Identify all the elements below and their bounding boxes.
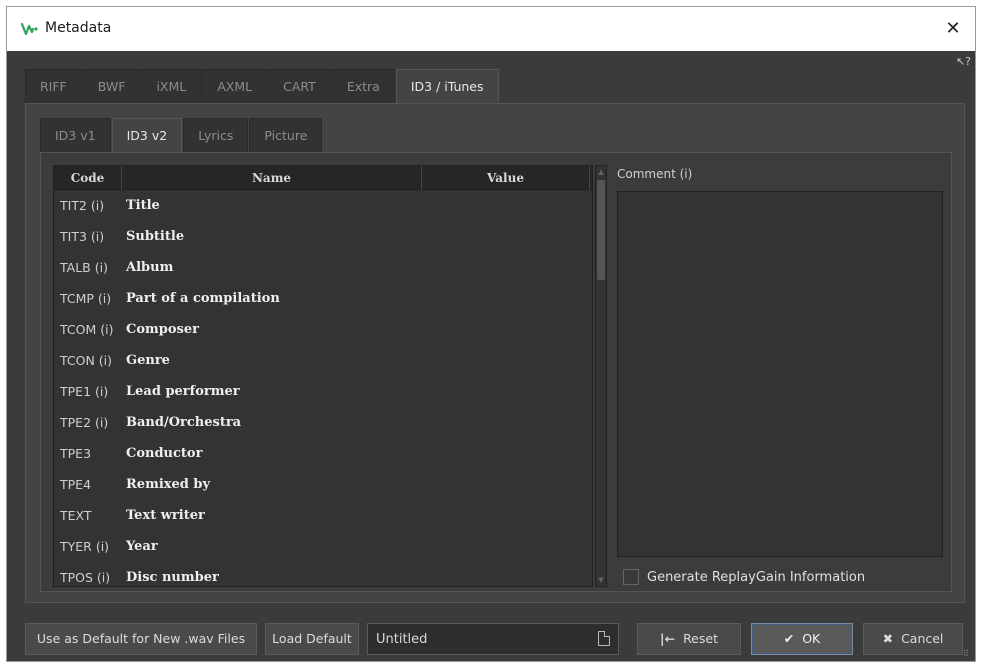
row-code: TCON (i) xyxy=(60,353,113,368)
row-code: TPE2 (i) xyxy=(60,415,109,430)
row-name: Subtitle xyxy=(126,229,185,244)
table-row[interactable]: TIT2 (i) Title xyxy=(54,190,590,221)
tab-bwf[interactable]: BWF xyxy=(82,69,141,103)
tab-lyrics[interactable]: Lyrics xyxy=(183,118,249,152)
row-name: Text writer xyxy=(126,508,205,523)
column-header-value[interactable]: Value xyxy=(422,166,590,190)
row-name: Lead performer xyxy=(126,384,240,399)
title-bar: Metadata ✕ xyxy=(7,7,975,51)
comment-textarea[interactable] xyxy=(617,191,943,557)
tab-id3-v1[interactable]: ID3 v1 xyxy=(40,118,111,152)
tab-extra[interactable]: Extra xyxy=(331,69,395,103)
dialog-body: ↖? RIFF BWF iXML AXML CART Extra ID3 / i… xyxy=(7,51,975,661)
metadata-dialog: Metadata ✕ ↖? RIFF BWF iXML AXML CART Ex… xyxy=(6,6,976,662)
reset-icon: |← xyxy=(660,631,676,646)
tab-riff[interactable]: RIFF xyxy=(25,69,82,103)
load-default-button[interactable]: Load Default xyxy=(265,623,359,655)
scroll-down-icon[interactable]: ▼ xyxy=(596,574,606,586)
table-row[interactable]: TIT3 (i) Subtitle xyxy=(54,221,590,252)
row-name: Title xyxy=(126,198,160,213)
tab-cart[interactable]: CART xyxy=(268,69,331,103)
tab-ixml[interactable]: iXML xyxy=(141,69,202,103)
check-icon: ✔ xyxy=(783,631,795,646)
row-code: TPE1 (i) xyxy=(60,384,109,399)
grid-header: Code Name Value xyxy=(54,166,592,190)
replaygain-option[interactable]: Generate ReplayGain Information xyxy=(623,569,865,585)
row-code: TIT2 (i) xyxy=(60,198,105,213)
row-name: Band/Orchestra xyxy=(126,415,242,430)
row-name: Composer xyxy=(126,322,199,337)
tab-id3-v2[interactable]: ID3 v2 xyxy=(111,118,183,152)
scrollbar-thumb[interactable] xyxy=(597,180,605,280)
row-name: Conductor xyxy=(126,446,203,461)
row-code: TYER (i) xyxy=(60,539,110,554)
replaygain-label[interactable]: Generate ReplayGain Information xyxy=(647,570,865,585)
context-help-icon[interactable]: ↖? xyxy=(956,55,971,68)
reset-button[interactable]: |← Reset xyxy=(637,623,741,655)
reset-label: Reset xyxy=(683,631,718,646)
replaygain-checkbox[interactable] xyxy=(623,569,639,585)
id3-v2-panel: Code Name Value TIT2 (i) Title TIT3 (i) … xyxy=(40,152,952,592)
row-name: Genre xyxy=(126,353,170,368)
outer-tab-bar: RIFF BWF iXML AXML CART Extra ID3 / iTun… xyxy=(25,69,500,103)
row-code: TEXT xyxy=(60,508,92,523)
row-code: TIT3 (i) xyxy=(60,229,105,244)
column-header-code[interactable]: Code xyxy=(54,166,122,190)
resize-grip-icon[interactable]: ⠿ xyxy=(963,649,973,659)
window-title: Metadata xyxy=(45,20,112,36)
inner-tab-bar: ID3 v1 ID3 v2 Lyrics Picture xyxy=(40,118,323,152)
table-row[interactable]: TEXT Text writer xyxy=(54,500,590,531)
row-code: TPE4 xyxy=(60,477,92,492)
column-header-name[interactable]: Name xyxy=(122,166,422,190)
scroll-up-icon[interactable]: ▲ xyxy=(596,166,606,178)
table-row[interactable]: TPE2 (i) Band/Orchestra xyxy=(54,407,590,438)
row-code: TCMP (i) xyxy=(60,291,112,306)
row-name: Album xyxy=(126,260,174,275)
cancel-button[interactable]: ✖ Cancel xyxy=(863,623,963,655)
dialog-footer: Use as Default for New .wav Files Load D… xyxy=(25,623,965,655)
grid-rows: TIT2 (i) Title TIT3 (i) Subtitle TALB (i… xyxy=(54,190,590,586)
cancel-label: Cancel xyxy=(901,631,944,646)
row-name: Part of a compilation xyxy=(126,291,280,306)
table-row[interactable]: TCMP (i) Part of a compilation xyxy=(54,283,590,314)
close-button[interactable]: ✕ xyxy=(937,13,969,45)
wavelab-logo-icon xyxy=(20,21,39,37)
close-icon: ✕ xyxy=(945,18,961,39)
table-row[interactable]: TCON (i) Genre xyxy=(54,345,590,376)
row-code: TALB (i) xyxy=(60,260,108,275)
document-icon[interactable] xyxy=(598,631,610,646)
row-code: TPOS (i) xyxy=(60,570,111,585)
tab-id3-itunes[interactable]: ID3 / iTunes xyxy=(395,69,499,103)
id3-itunes-panel: ID3 v1 ID3 v2 Lyrics Picture Code Name V… xyxy=(25,103,965,603)
row-name: Disc number xyxy=(126,570,219,585)
row-code: TPE3 xyxy=(60,446,92,461)
cancel-icon: ✖ xyxy=(882,631,894,646)
use-as-default-button[interactable]: Use as Default for New .wav Files xyxy=(25,623,257,655)
comment-label: Comment (i) xyxy=(617,167,693,181)
table-row[interactable]: TPE1 (i) Lead performer xyxy=(54,376,590,407)
preset-name-input[interactable] xyxy=(368,624,588,654)
table-row[interactable]: TPOS (i) Disc number xyxy=(54,562,590,586)
row-name: Remixed by xyxy=(126,477,211,492)
tab-picture[interactable]: Picture xyxy=(249,118,323,152)
row-name: Year xyxy=(126,539,158,554)
ok-label: OK xyxy=(802,631,821,646)
row-code: TCOM (i) xyxy=(60,322,114,337)
table-row[interactable]: TPE4 Remixed by xyxy=(54,469,590,500)
table-row[interactable]: TCOM (i) Composer xyxy=(54,314,590,345)
tab-axml[interactable]: AXML xyxy=(202,69,268,103)
grid-scrollbar[interactable]: ▲ ▼ xyxy=(595,165,607,587)
table-row[interactable]: TYER (i) Year xyxy=(54,531,590,562)
metadata-grid: Code Name Value TIT2 (i) Title TIT3 (i) … xyxy=(53,165,593,587)
preset-name-field[interactable] xyxy=(367,623,619,655)
table-row[interactable]: TALB (i) Album xyxy=(54,252,590,283)
table-row[interactable]: TPE3 Conductor xyxy=(54,438,590,469)
ok-button[interactable]: ✔ OK xyxy=(751,623,853,655)
